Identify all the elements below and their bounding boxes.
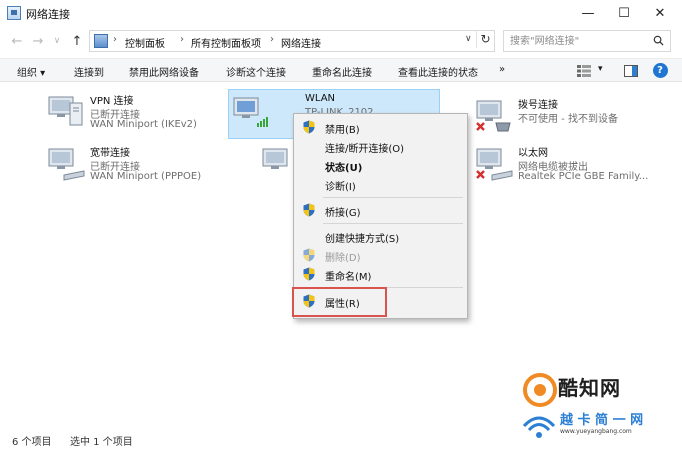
command-bar: 组织 ▾ 连接到 禁用此网络设备 诊断这个连接 重命名此连接 查看此连接的状态 …: [0, 58, 682, 82]
ethernet-connection-icon: [476, 148, 513, 181]
connection-name: 以太网: [518, 148, 548, 159]
breadcrumb-separator: ›: [180, 34, 184, 45]
uac-shield-icon: [303, 120, 315, 134]
view-status-button[interactable]: 查看此连接的状态: [398, 64, 478, 79]
address-bar[interactable]: › 控制面板 › 所有控制面板项 › 网络连接 ∨: [89, 30, 495, 52]
preview-pane-icon: [624, 64, 638, 77]
watermark-url: www.yueyangbang.com: [560, 428, 632, 435]
diagnose-connection-button[interactable]: 诊断这个连接: [226, 64, 286, 79]
watermark-brand-secondary: 越 卡 简 一 网: [560, 413, 644, 428]
refresh-button[interactable]: ↻: [476, 30, 494, 48]
uac-shield-icon: [303, 248, 315, 262]
menu-item-connect-disconnect[interactable]: 连接/断开连接(O): [295, 137, 466, 155]
back-button[interactable]: ←: [8, 32, 26, 50]
connection-device: WAN Miniport (PPPOE): [90, 171, 202, 182]
connect-to-button[interactable]: 连接到: [74, 64, 104, 79]
search-input[interactable]: [510, 32, 650, 50]
menu-item-bridge[interactable]: 桥接(G): [295, 201, 466, 219]
breadcrumb-control-panel[interactable]: 控制面板: [125, 35, 165, 50]
wlan-connection-icon: [233, 97, 268, 127]
menu-item-delete: 删除(D): [295, 246, 466, 264]
breadcrumb-separator: ›: [113, 34, 117, 45]
organize-menu[interactable]: 组织 ▾: [17, 64, 45, 79]
connection-device: Realtek PCIe GBE Family...: [518, 171, 649, 182]
menu-item-label: 创建快捷方式(S): [325, 234, 400, 245]
selected-count: 选中 1 个项目: [70, 437, 133, 448]
connection-name: VPN 连接: [90, 96, 134, 107]
menu-item-diagnose[interactable]: 诊断(I): [295, 175, 466, 193]
menu-item-status[interactable]: 状态(U): [295, 156, 466, 174]
breadcrumb-network-connections[interactable]: 网络连接: [281, 35, 321, 50]
more-commands-button[interactable]: »: [499, 64, 505, 75]
recent-locations-button[interactable]: ∨: [48, 32, 66, 50]
menu-item-label: 连接/断开连接(O): [325, 144, 405, 155]
connection-item-dialup[interactable]: 拨号连接 不可使用 - 找不到设备: [472, 93, 677, 141]
up-button[interactable]: ↑: [68, 32, 86, 50]
help-button[interactable]: ?: [652, 63, 668, 78]
minimize-button[interactable]: —: [570, 0, 606, 26]
disable-device-button[interactable]: 禁用此网络设备: [129, 64, 199, 79]
menu-item-label: 状态(U): [325, 163, 363, 174]
preview-pane-button[interactable]: [623, 63, 639, 78]
view-options-arrow[interactable]: ▾: [598, 64, 603, 74]
search-icon[interactable]: [653, 35, 664, 46]
menu-item-disable[interactable]: 禁用(B): [295, 118, 466, 136]
menu-item-label: 桥接(G): [325, 208, 361, 219]
uac-shield-icon: [303, 267, 315, 281]
connection-status: 不可使用 - 找不到设备: [518, 114, 618, 125]
menu-separator: [323, 197, 463, 198]
menu-item-label: 禁用(B): [325, 125, 360, 136]
connection-item-hidden[interactable]: [258, 141, 294, 189]
close-button[interactable]: ✕: [642, 0, 678, 26]
menu-item-label: 重命名(M): [325, 272, 372, 283]
connection-item-broadband[interactable]: 宽带连接 已断开连接 WAN Miniport (PPPOE): [44, 141, 229, 189]
change-view-button[interactable]: [576, 63, 592, 78]
connection-name: WLAN: [305, 93, 336, 104]
yueyang-logo-icon: [522, 416, 556, 438]
help-icon: ?: [652, 63, 668, 78]
menu-separator: [323, 223, 463, 224]
connection-item-ethernet[interactable]: 以太网 网络电缆被拔出 Realtek PCIe GBE Family...: [472, 141, 677, 189]
connection-device: WAN Miniport (IKEv2): [90, 119, 197, 130]
window-title: 网络连接: [26, 8, 70, 21]
view-icon: [577, 64, 591, 77]
maximize-button[interactable]: ☐: [606, 0, 642, 26]
menu-item-label: 删除(D): [325, 253, 361, 264]
breadcrumb-separator: ›: [270, 34, 274, 45]
watermark: 酷知网 越 卡 简 一 网 www.yueyangbang.com: [518, 372, 676, 444]
rename-connection-button[interactable]: 重命名此连接: [312, 64, 372, 79]
properties-highlight-box: [292, 287, 387, 317]
address-row: ← → ∨ ↑ › 控制面板 › 所有控制面板项 › 网络连接 ∨ ↻: [0, 28, 682, 54]
broadband-connection-icon: [48, 148, 85, 181]
connection-name: 宽带连接: [90, 148, 130, 159]
search-box: [503, 30, 671, 52]
item-count: 6 个项目: [12, 437, 52, 448]
dialup-connection-icon: [476, 100, 511, 132]
watermark-brand: 酷知网: [558, 376, 621, 400]
breadcrumb-all-items[interactable]: 所有控制面板项: [191, 35, 261, 50]
menu-item-create-shortcut[interactable]: 创建快捷方式(S): [295, 227, 466, 245]
vpn-connection-icon: [48, 96, 83, 126]
uac-shield-icon: [303, 203, 315, 217]
menu-item-label: 诊断(I): [325, 182, 356, 193]
menu-item-rename[interactable]: 重命名(M): [295, 265, 466, 283]
kuzhi-logo-icon: [523, 373, 557, 407]
forward-button[interactable]: →: [29, 32, 47, 50]
connection-name: 拨号连接: [518, 100, 558, 111]
title-bar: 网络连接 — ☐ ✕: [0, 0, 682, 26]
network-connections-icon: [7, 6, 21, 20]
address-dropdown-button[interactable]: ∨: [465, 34, 472, 44]
control-panel-icon: [94, 34, 108, 48]
connection-item-vpn[interactable]: VPN 连接 已断开连接 WAN Miniport (IKEv2): [44, 89, 229, 137]
